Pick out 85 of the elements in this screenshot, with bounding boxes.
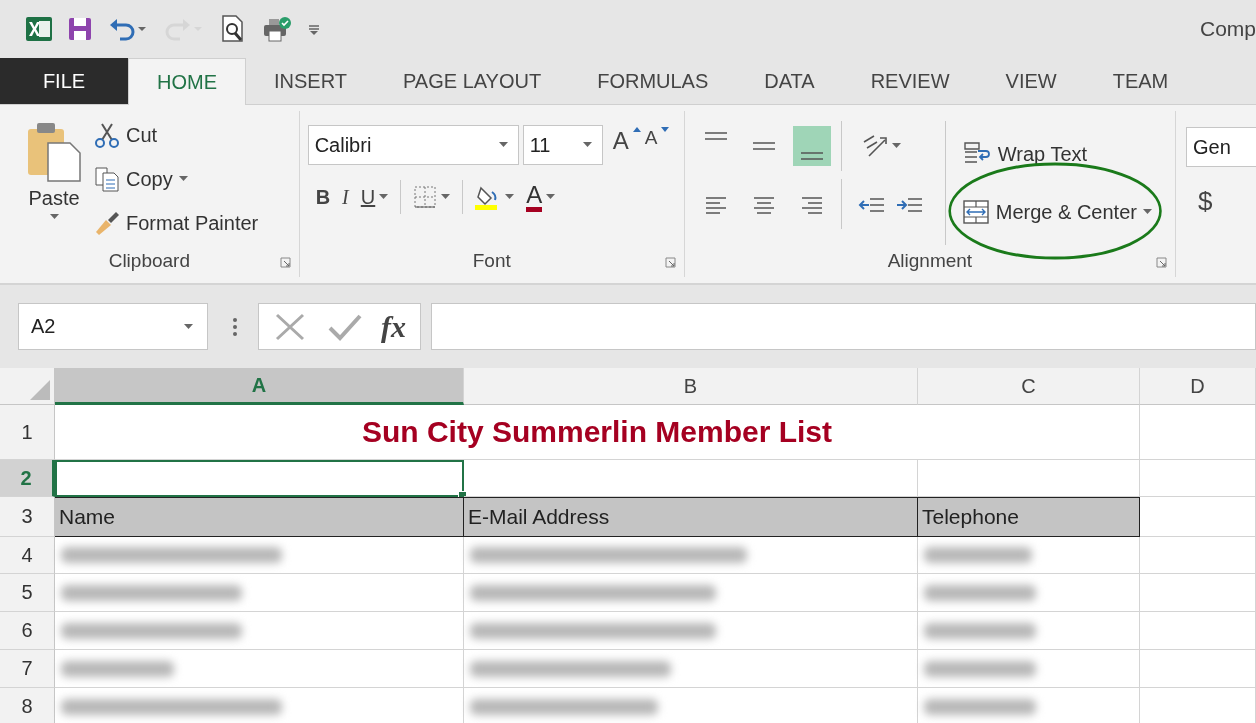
lines-icon: [752, 142, 775, 150]
row-header[interactable]: 4: [0, 537, 55, 574]
caret-icon: [379, 194, 389, 200]
shrink-font-button[interactable]: A: [644, 127, 670, 163]
lines-icon: [800, 152, 823, 160]
clipboard-page-icon: [26, 121, 82, 183]
ribbon-tab[interactable]: FORMULAS: [569, 58, 737, 104]
ribbon-tab[interactable]: TEAM: [1084, 58, 1197, 104]
caret-icon: [505, 194, 515, 200]
triangle-down-icon: [661, 127, 670, 132]
number-format-field[interactable]: Gen: [1186, 127, 1256, 167]
caret-icon: [546, 194, 556, 200]
borders-grid-icon: [413, 185, 438, 209]
empty-cell[interactable]: [1140, 650, 1256, 688]
file-tab[interactable]: FILE: [0, 58, 128, 104]
active-cell[interactable]: [55, 460, 464, 497]
group-label: Alignment: [887, 250, 973, 272]
paste-button[interactable]: Paste: [0, 111, 94, 245]
ribbon-tab[interactable]: PAGE LAYOUT: [375, 58, 570, 104]
window-title: Comp: [1199, 17, 1256, 41]
column-header[interactable]: D: [1140, 368, 1256, 405]
group-label: Font: [472, 250, 511, 272]
empty-cell[interactable]: [1140, 537, 1256, 574]
ribbon-tab[interactable]: REVIEW: [842, 58, 978, 104]
excel-logo-icon[interactable]: [26, 17, 52, 41]
italic-button[interactable]: I: [342, 179, 349, 215]
lines-icon: [704, 132, 727, 140]
caret-icon: [1142, 209, 1152, 215]
column-header[interactable]: C: [918, 368, 1140, 405]
underline-button[interactable]: U: [360, 179, 389, 215]
wrap-text-button[interactable]: Wrap Text: [961, 136, 1152, 172]
copy-button[interactable]: Copy: [94, 161, 259, 197]
copy-pages-icon: [94, 166, 120, 192]
customize-menu-icon[interactable]: [308, 23, 320, 35]
grow-font-button[interactable]: A: [612, 127, 641, 163]
empty-cell[interactable]: [1140, 574, 1256, 612]
ribbon-tab[interactable]: DATA: [736, 58, 843, 104]
caret-icon: [582, 142, 592, 148]
empty-cell[interactable]: [1140, 612, 1256, 650]
ribbon-tab[interactable]: HOME: [128, 58, 246, 105]
vertical-dots-icon: [232, 316, 238, 337]
caret-icon: [184, 323, 193, 330]
sheet-title: Sun City Summerlin Member List: [55, 405, 1140, 460]
table-header-cell: Name: [55, 497, 464, 537]
ribbon-tab[interactable]: INSERT: [246, 58, 375, 104]
empty-cell[interactable]: [1140, 405, 1256, 460]
row-header[interactable]: 5: [0, 574, 55, 612]
bold-button[interactable]: B: [315, 179, 331, 215]
row-header[interactable]: 7: [0, 650, 55, 688]
caret-icon: [441, 194, 451, 200]
insert-function-button[interactable]: fx: [381, 309, 406, 344]
group-label: Clipboard: [108, 250, 190, 272]
dialog-launcher-icon[interactable]: [279, 257, 291, 268]
undo-arrow-icon[interactable]: [108, 17, 148, 41]
cut-button[interactable]: Cut: [94, 117, 259, 153]
paintbrush-icon: [94, 210, 120, 236]
dialog-launcher-icon[interactable]: [664, 257, 676, 268]
column-header[interactable]: B: [464, 368, 918, 405]
printer-check-icon[interactable]: [262, 16, 292, 42]
magnified-page-icon[interactable]: [220, 15, 246, 43]
font-name-field[interactable]: Calibri: [307, 125, 519, 165]
vertical-align-button[interactable]: [792, 126, 831, 166]
ribbon-tab[interactable]: VIEW: [977, 58, 1085, 104]
font-size-field[interactable]: 11: [522, 125, 603, 165]
table-header-cell: Telephone: [918, 497, 1140, 537]
caret-icon: [49, 214, 59, 220]
caret-icon: [498, 142, 508, 148]
font-color-button[interactable]: A: [526, 179, 556, 215]
dialog-launcher-icon[interactable]: [1156, 257, 1167, 268]
merge-cells-icon: [961, 198, 990, 226]
caret-icon: [892, 143, 902, 149]
currency-button[interactable]: $: [1186, 183, 1256, 219]
formula-input[interactable]: [431, 303, 1256, 350]
row-header[interactable]: 3: [0, 497, 55, 537]
table-header-cell: E-Mail Address: [464, 497, 918, 537]
row-header[interactable]: 2: [0, 460, 55, 497]
name-box[interactable]: A2: [18, 303, 208, 350]
row-header[interactable]: 1: [0, 405, 55, 460]
caret-icon: [178, 176, 188, 182]
triangle-up-icon: [632, 127, 641, 132]
scissors-icon: [94, 122, 120, 148]
row-header[interactable]: 6: [0, 612, 55, 650]
row-header[interactable]: 8: [0, 688, 55, 723]
format-painter-button[interactable]: Format Painter: [94, 205, 259, 241]
empty-cell[interactable]: [1140, 460, 1256, 497]
